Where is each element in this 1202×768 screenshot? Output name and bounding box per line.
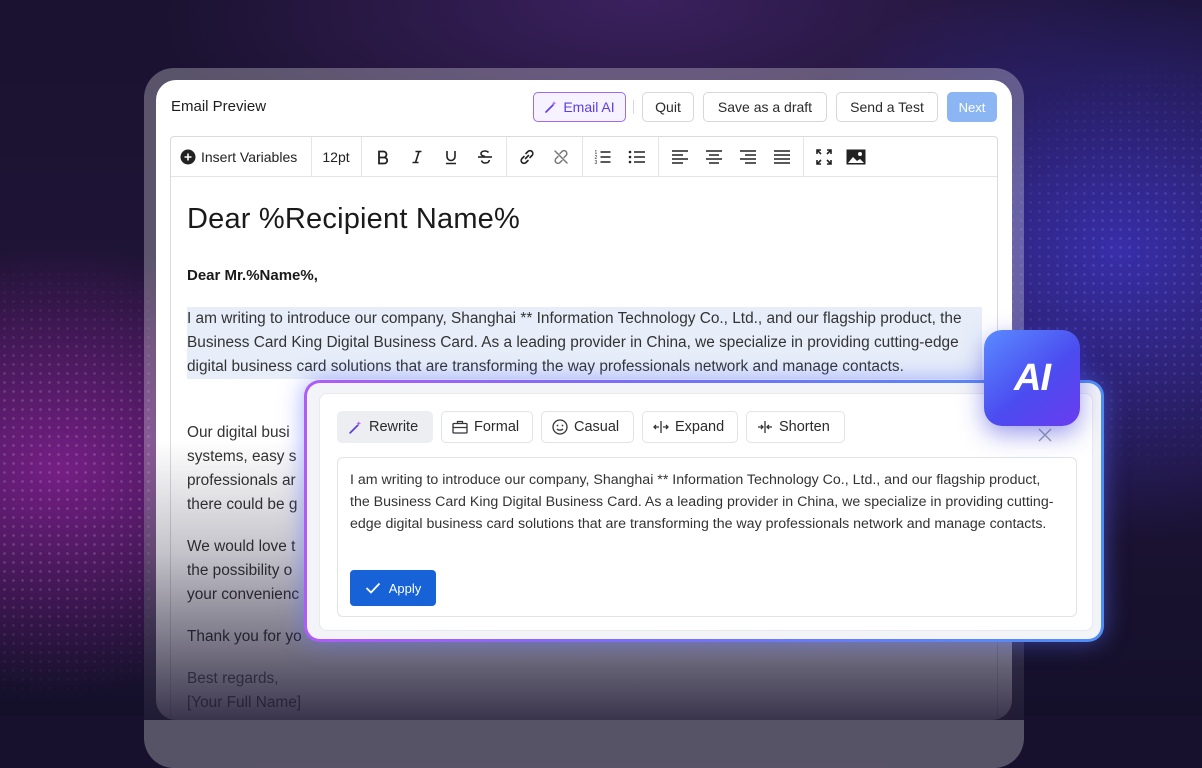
rewrite-button[interactable]: Rewrite: [337, 411, 433, 443]
insert-variables-label: Insert Variables: [201, 148, 298, 165]
apply-label: Apply: [388, 580, 422, 596]
expand-label: Expand: [675, 419, 725, 435]
casual-label: Casual: [574, 419, 620, 435]
apply-button[interactable]: Apply: [350, 570, 436, 606]
link-icon[interactable]: [514, 137, 540, 176]
ordered-list-icon[interactable]: 123: [590, 137, 616, 176]
bullet-list-icon[interactable]: [624, 137, 650, 176]
unlink-icon[interactable]: [548, 137, 574, 176]
toolbar-divider: [582, 137, 583, 176]
plus-circle-icon: [180, 149, 196, 165]
next-button[interactable]: Next: [947, 92, 997, 122]
formal-label: Formal: [474, 419, 520, 435]
ai-panel-inner: Rewrite Formal Casual Expand Shorten I a…: [307, 383, 1101, 639]
send-test-button[interactable]: Send a Test: [836, 92, 938, 122]
toolbar-divider: [361, 137, 362, 176]
ai-logo-badge: AI: [984, 330, 1080, 426]
page-title: Email Preview: [171, 98, 267, 115]
align-left-icon[interactable]: [667, 137, 693, 176]
insert-variables-button[interactable]: Insert Variables: [180, 137, 304, 176]
align-center-icon[interactable]: [701, 137, 727, 176]
email-heading: Dear %Recipient Name%: [187, 203, 520, 235]
shorten-icon: [757, 420, 773, 434]
ai-panel-content: Rewrite Formal Casual Expand Shorten I a…: [319, 393, 1093, 631]
check-icon: [365, 582, 381, 594]
underline-icon[interactable]: [438, 137, 464, 176]
formal-button[interactable]: Formal: [441, 411, 533, 443]
signature-line: [Your Full Name]: [187, 694, 302, 711]
shorten-button[interactable]: Shorten: [746, 411, 845, 443]
svg-text:3: 3: [595, 160, 598, 165]
email-ai-label: Email AI: [563, 99, 615, 115]
expand-icon: [653, 420, 669, 434]
email-ai-button[interactable]: Email AI: [533, 92, 626, 122]
editor-toolbar: Insert Variables 12pt 1 2 3: [171, 137, 997, 177]
shorten-label: Shorten: [779, 419, 830, 435]
quit-button[interactable]: Quit: [642, 92, 694, 122]
selected-paragraph: I am writing to introduce our company, S…: [187, 307, 982, 379]
magic-wand-icon: [348, 420, 363, 435]
image-icon[interactable]: [843, 137, 869, 176]
closing-line: Best regards,: [187, 670, 279, 687]
fullscreen-icon[interactable]: [811, 137, 837, 176]
bold-icon[interactable]: [370, 137, 396, 176]
rewrite-result-box[interactable]: I am writing to introduce our company, S…: [337, 457, 1077, 617]
smiley-icon: [552, 419, 568, 435]
italic-icon[interactable]: [404, 137, 430, 176]
email-greeting: Dear Mr.%Name%,: [187, 267, 318, 284]
rewrite-label: Rewrite: [369, 419, 419, 435]
close-icon[interactable]: [1038, 426, 1052, 447]
save-draft-button[interactable]: Save as a draft: [703, 92, 827, 122]
align-right-icon[interactable]: [735, 137, 761, 176]
strikethrough-icon[interactable]: [472, 137, 498, 176]
toolbar-divider: [658, 137, 659, 176]
divider: [633, 100, 634, 114]
toolbar-divider: [803, 137, 804, 176]
ai-logo-text: AI: [1014, 356, 1051, 399]
font-size-select[interactable]: 12pt: [312, 137, 360, 176]
magic-wand-icon: [544, 100, 558, 114]
toolbar-divider: [506, 137, 507, 176]
rewrite-result-text: I am writing to introduce our company, S…: [350, 472, 1054, 532]
expand-button[interactable]: Expand: [642, 411, 738, 443]
ai-rewrite-panel: Rewrite Formal Casual Expand Shorten I a…: [304, 380, 1104, 642]
align-justify-icon[interactable]: [769, 137, 795, 176]
casual-button[interactable]: Casual: [541, 411, 634, 443]
briefcase-icon: [452, 420, 468, 434]
